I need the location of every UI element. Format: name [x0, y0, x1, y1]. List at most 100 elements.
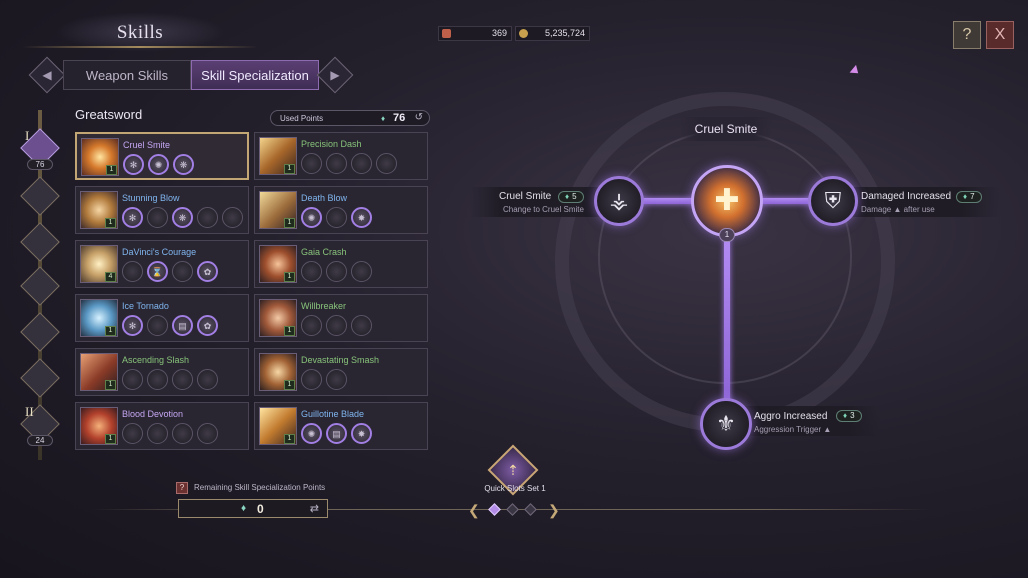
tripod-slot[interactable]: ✺ [148, 154, 169, 175]
help-button[interactable]: ? [953, 21, 981, 49]
help-icon: ? [962, 26, 972, 43]
tripod-slot[interactable]: ✿ [197, 315, 218, 336]
quick-slot-2[interactable] [506, 503, 519, 516]
tripod-slot[interactable] [301, 261, 322, 282]
tab-next-button[interactable]: ▶ [316, 56, 354, 94]
remaining-points-display: ♦ 0 ⇄ [178, 499, 328, 518]
center-skill-node[interactable]: ✚ [691, 165, 763, 237]
used-points-display: Used Points ♦ 76 ↺ [270, 110, 430, 126]
tripod-slot[interactable] [147, 207, 168, 228]
skill-level-badge: 1 [105, 218, 116, 228]
tab-prev-button[interactable]: ◀ [28, 56, 66, 94]
tripod-slot[interactable] [122, 369, 143, 390]
tripod-slot[interactable] [326, 153, 347, 174]
tripod-icon: ▤ [332, 429, 341, 439]
tripod-slot[interactable] [351, 153, 372, 174]
tripod-slot[interactable]: ✿ [197, 261, 218, 282]
tripod-slot[interactable]: ✻ [122, 315, 143, 336]
tripod-slot[interactable] [301, 315, 322, 336]
skill-card[interactable]: 1 Ice Tornado ✻ ▤ ✿ [75, 294, 249, 342]
tier-5-button[interactable] [20, 312, 60, 352]
skill-card[interactable]: 1 Death Blow ✺ ✸ [254, 186, 428, 234]
quick-slot-next-button[interactable]: ❯ [548, 502, 560, 519]
tripod-slot[interactable] [222, 207, 243, 228]
tripod-slot[interactable]: ❋ [173, 154, 194, 175]
skill-card[interactable]: 1 Willbreaker [254, 294, 428, 342]
left-node-cost: ♦ 5 [558, 191, 584, 203]
quick-slot-3[interactable] [524, 503, 537, 516]
tripod-node-right[interactable]: ⛨ [808, 176, 858, 226]
tripod-slot[interactable] [301, 369, 322, 390]
tripod-slot[interactable] [326, 207, 347, 228]
tripod-slot[interactable]: ▤ [172, 315, 193, 336]
tripod-slot[interactable] [351, 261, 372, 282]
tripod-slot[interactable] [351, 315, 372, 336]
quick-slot-1[interactable] [488, 503, 501, 516]
skill-name: Ice Tornado [122, 301, 169, 311]
used-points-value: 76 [393, 112, 406, 124]
tripod-slot[interactable]: ✸ [351, 207, 372, 228]
tier-2-button[interactable] [20, 176, 60, 216]
tripod-icon: ✺ [307, 213, 316, 223]
tripod-node-bottom[interactable]: ⚜ [700, 398, 752, 450]
skill-name: Gaia Crash [301, 247, 347, 257]
tripod-slot[interactable] [172, 261, 193, 282]
tripod-slot[interactable]: ✸ [351, 423, 372, 444]
tripod-slot[interactable]: ✻ [122, 207, 143, 228]
skill-card[interactable]: 1 Ascending Slash [75, 348, 249, 396]
gem-icon: ♦ [381, 114, 386, 123]
close-button[interactable]: X [986, 21, 1014, 49]
skill-card[interactable]: 1 Cruel Smite ✻ ✺ ❋ [75, 132, 249, 180]
tripod-slot[interactable] [197, 369, 218, 390]
quick-slot-prev-button[interactable]: ❮ [468, 502, 480, 519]
tripod-slot[interactable]: ✻ [123, 154, 144, 175]
tripod-slot[interactable]: ⌛ [147, 261, 168, 282]
skill-card[interactable]: 1 Precision Dash [254, 132, 428, 180]
skill-card[interactable]: 4 DaVinci's Courage ⌛ ✿ [75, 240, 249, 288]
tripod-list [301, 261, 372, 282]
skill-card[interactable]: 1 Guillotine Blade ✺ ▤ ✸ [254, 402, 428, 450]
tripod-slot[interactable] [197, 207, 218, 228]
tripod-slot[interactable] [326, 369, 347, 390]
reset-points-button[interactable]: ↺ [415, 112, 423, 123]
tripod-slot[interactable]: ✺ [301, 207, 322, 228]
tripod-slot[interactable] [147, 423, 168, 444]
skill-card[interactable]: 1 Gaia Crash [254, 240, 428, 288]
tripod-slot[interactable] [326, 315, 347, 336]
tripod-slot[interactable] [301, 153, 322, 174]
tripod-icon: ✸ [357, 213, 366, 223]
skill-card[interactable]: 1 Stunning Blow ✻ ❋ [75, 186, 249, 234]
bottom-node-desc: Aggression Trigger ▲ [754, 425, 832, 434]
tier-3-button[interactable] [20, 222, 60, 262]
tab-skill-specialization[interactable]: Skill Specialization [191, 60, 319, 90]
tier-4-button[interactable] [20, 266, 60, 306]
tripod-slot[interactable] [197, 423, 218, 444]
tripod-slot[interactable] [147, 315, 168, 336]
tripod-slot[interactable]: ▤ [326, 423, 347, 444]
tripod-list: ⌛ ✿ [122, 261, 218, 282]
tripod-slot[interactable] [172, 423, 193, 444]
tripod-slot[interactable] [147, 369, 168, 390]
swap-icon[interactable]: ⇄ [310, 502, 319, 515]
skill-level-badge: 1 [284, 326, 295, 336]
tripod-slot[interactable]: ✺ [301, 423, 322, 444]
tripod-slot[interactable] [376, 153, 397, 174]
skill-card[interactable]: 1 Blood Devotion [75, 402, 249, 450]
tier-6-button[interactable] [20, 358, 60, 398]
tripod-slot[interactable] [122, 261, 143, 282]
tripod-slot[interactable] [122, 423, 143, 444]
weapon-name: Greatsword [75, 107, 143, 122]
skill-card[interactable]: 1 Devastating Smash [254, 348, 428, 396]
remaining-help-icon[interactable]: ? [176, 482, 188, 494]
tripod-icon: ✻ [128, 321, 137, 331]
tripod-icon: ❋ [178, 213, 187, 223]
tab-weapon-skills[interactable]: Weapon Skills [63, 60, 191, 90]
tripod-node-left[interactable]: ⚶ [594, 176, 644, 226]
tripod-list [301, 369, 347, 390]
tripod-slot[interactable] [172, 369, 193, 390]
tripod-slot[interactable]: ❋ [172, 207, 193, 228]
tripod-slot[interactable] [326, 261, 347, 282]
skill-level-badge: 1 [105, 434, 116, 444]
quick-slots-label: Quick Slots Set 1 [484, 484, 546, 493]
left-node-desc: Change to Cruel Smite [503, 205, 584, 214]
